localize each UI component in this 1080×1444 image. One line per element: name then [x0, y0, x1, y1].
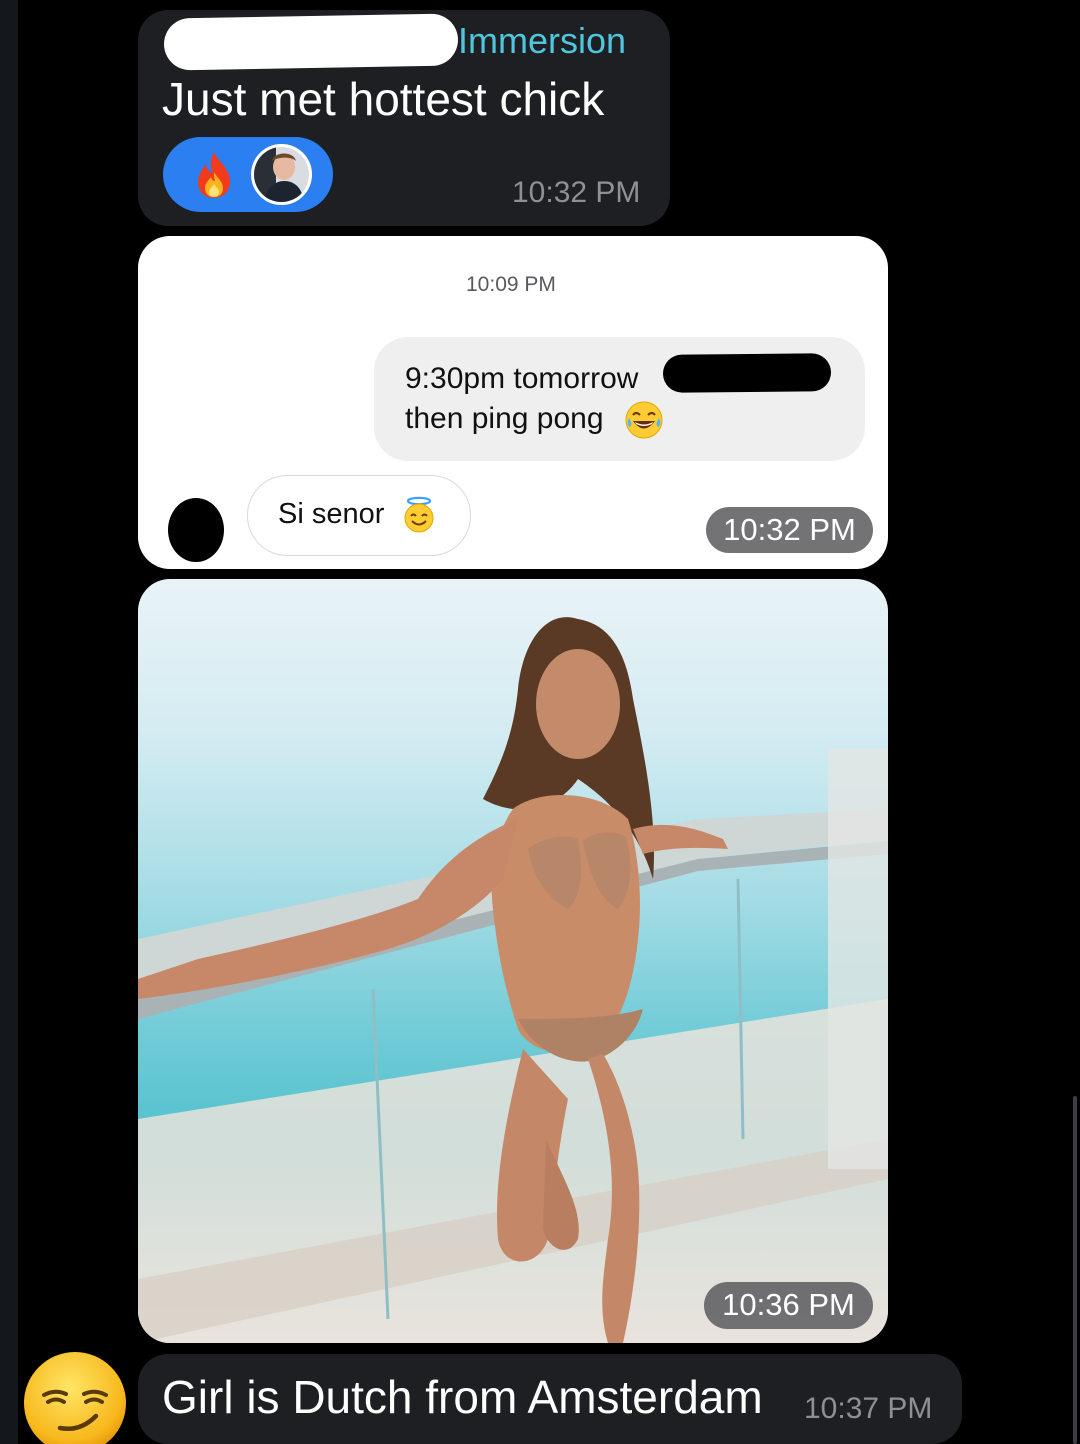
screenshot-time-header: 10:09 PM [466, 273, 556, 296]
sent-text-line2: then ping pong [405, 402, 604, 435]
redaction-mark [163, 13, 459, 71]
smirk-icon[interactable] [22, 1350, 128, 1444]
message-text: Just met hottest chick [162, 73, 605, 125]
fire-icon [198, 152, 230, 198]
left-rail [0, 0, 18, 1444]
sender-name[interactable]: Immersion [458, 20, 626, 62]
angel-icon [404, 496, 434, 533]
laughing-icon [625, 401, 663, 439]
scrollbar[interactable] [1073, 1096, 1077, 1444]
message-timestamp: 10:36 PM [704, 1282, 873, 1329]
message-text: Girl is Dutch from Amsterdam [162, 1371, 763, 1423]
person-icon [254, 147, 309, 202]
message-timestamp: 10:32 PM [512, 176, 641, 209]
redacted-avatar [168, 498, 224, 562]
photo-attachment[interactable] [138, 579, 888, 1343]
message-timestamp: 10:37 PM [804, 1392, 933, 1425]
received-text: Si senor [278, 498, 385, 530]
redaction-mark [662, 353, 832, 393]
sent-text-line1: 9:30pm tomorrow [405, 362, 639, 395]
reactor-avatar[interactable] [251, 144, 312, 205]
message-timestamp: 10:32 PM [706, 507, 873, 553]
beach-balcony-photo [138, 617, 888, 1343]
chat-view: Immersion Just met hottest chick 10:32 P… [0, 0, 1080, 1444]
